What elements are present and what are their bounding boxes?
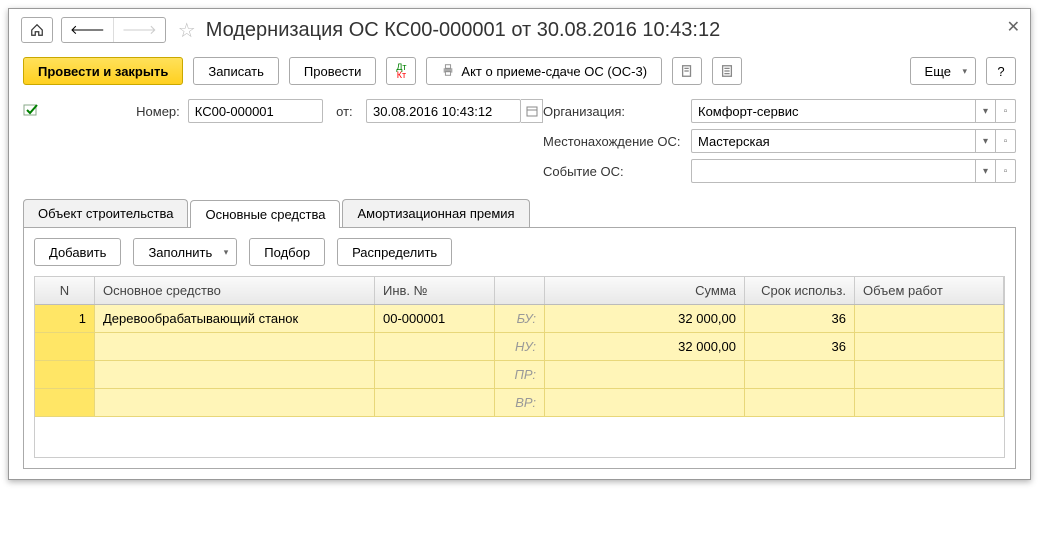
dt-kt-icon: ДтКт — [396, 63, 406, 79]
cell-inv: 00-000001 — [375, 305, 495, 333]
nav-group: 🡐 🡒 — [21, 17, 166, 43]
assets-grid: N Основное средство Инв. № Сумма Срок ис… — [34, 276, 1005, 458]
cell-term: 36 — [745, 305, 855, 333]
col-work[interactable]: Объем работ — [855, 277, 1004, 304]
cell-term — [745, 361, 855, 389]
doc-list-button[interactable] — [712, 57, 742, 85]
cell-type: ПР: — [495, 361, 545, 389]
tab-toolbar: Добавить Заполнить Подбор Распределить — [34, 238, 1005, 266]
favorite-star-icon[interactable]: ☆ — [178, 18, 196, 43]
cell-n: 1 — [35, 305, 95, 333]
more-button[interactable]: Еще — [910, 57, 976, 85]
posting-status-button[interactable]: ДтКт — [386, 57, 416, 85]
cell-sum: 32 000,00 — [545, 305, 745, 333]
cell-term — [745, 389, 855, 417]
distribute-button[interactable]: Распределить — [337, 238, 452, 266]
grid-body[interactable]: 1 Деревообрабатывающий станок 00-000001 … — [35, 305, 1004, 457]
nav-back-forward[interactable]: 🡐 🡒 — [61, 17, 166, 43]
tabs: Объект строительства Основные средства А… — [23, 199, 1016, 228]
cell-sum: 32 000,00 — [545, 333, 745, 361]
open-button[interactable]: ▫ — [996, 159, 1016, 183]
close-icon[interactable]: ✕ — [1007, 17, 1020, 37]
open-button[interactable]: ▫ — [996, 129, 1016, 153]
grid-header: N Основное средство Инв. № Сумма Срок ис… — [35, 277, 1004, 305]
page-title: Модернизация ОС КС00-000001 от 30.08.201… — [206, 19, 721, 42]
col-sum[interactable]: Сумма — [545, 277, 745, 304]
table-row[interactable]: НУ: 32 000,00 36 — [35, 333, 1004, 361]
main-toolbar: Провести и закрыть Записать Провести ДтК… — [9, 51, 1030, 99]
col-n[interactable]: N — [35, 277, 95, 304]
add-button[interactable]: Добавить — [34, 238, 121, 266]
post-button[interactable]: Провести — [289, 57, 377, 85]
dropdown-button[interactable]: ▾ — [976, 159, 996, 183]
from-label: от: — [331, 104, 358, 119]
dropdown-button[interactable]: ▾ — [976, 129, 996, 153]
event-label: Событие ОС: — [543, 164, 683, 179]
help-button[interactable]: ? — [986, 57, 1016, 85]
save-button[interactable]: Записать — [193, 57, 279, 85]
col-accounting-type — [495, 277, 545, 304]
fill-button[interactable]: Заполнить — [133, 238, 237, 266]
printer-icon — [441, 63, 455, 80]
calendar-button[interactable] — [521, 99, 543, 123]
cell-sum — [545, 361, 745, 389]
print-act-button[interactable]: Акт о приеме-сдаче ОС (ОС-3) — [426, 57, 662, 85]
status-ok-icon — [23, 102, 45, 121]
date-input[interactable] — [366, 99, 521, 123]
list-icon — [720, 64, 734, 78]
col-name[interactable]: Основное средство — [95, 277, 375, 304]
tab-body: Добавить Заполнить Подбор Распределить N… — [23, 228, 1016, 469]
number-label: Номер: — [53, 104, 180, 119]
org-label: Организация: — [543, 104, 683, 119]
table-row[interactable]: ВР: — [35, 389, 1004, 417]
doc-attach-button[interactable] — [672, 57, 702, 85]
cell-name: Деревообрабатывающий станок — [95, 305, 375, 333]
cell-type: БУ: — [495, 305, 545, 333]
document-icon — [680, 64, 694, 78]
table-row[interactable]: 1 Деревообрабатывающий станок 00-000001 … — [35, 305, 1004, 333]
back-button[interactable]: 🡐 — [62, 18, 114, 42]
org-select[interactable] — [691, 99, 976, 123]
calendar-icon — [526, 105, 538, 117]
table-row[interactable]: ПР: — [35, 361, 1004, 389]
col-inv[interactable]: Инв. № — [375, 277, 495, 304]
titlebar: 🡐 🡒 ☆ Модернизация ОС КС00-000001 от 30.… — [9, 9, 1030, 51]
cell-type: ВР: — [495, 389, 545, 417]
home-button[interactable] — [21, 17, 53, 43]
dropdown-button[interactable]: ▾ — [976, 99, 996, 123]
tabs-container: Объект строительства Основные средства А… — [9, 199, 1030, 469]
document-window: 🡐 🡒 ☆ Модернизация ОС КС00-000001 от 30.… — [8, 8, 1031, 480]
cell-work — [855, 305, 1004, 333]
tab-depreciation[interactable]: Амортизационная премия — [342, 199, 529, 227]
cell-sum — [545, 389, 745, 417]
event-select[interactable] — [691, 159, 976, 183]
forward-button: 🡒 — [114, 18, 165, 42]
cell-type: НУ: — [495, 333, 545, 361]
cell-term: 36 — [745, 333, 855, 361]
number-input[interactable] — [188, 99, 323, 123]
pick-button[interactable]: Подбор — [249, 238, 325, 266]
tab-construction[interactable]: Объект строительства — [23, 199, 188, 227]
location-label: Местонахождение ОС: — [543, 134, 683, 149]
location-select[interactable] — [691, 129, 976, 153]
open-button[interactable]: ▫ — [996, 99, 1016, 123]
form-area: Номер: от: Организация: ▾ ▫ — [9, 99, 1030, 199]
tab-fixed-assets[interactable]: Основные средства — [190, 200, 340, 228]
col-term[interactable]: Срок использ. — [745, 277, 855, 304]
post-and-close-button[interactable]: Провести и закрыть — [23, 57, 183, 85]
